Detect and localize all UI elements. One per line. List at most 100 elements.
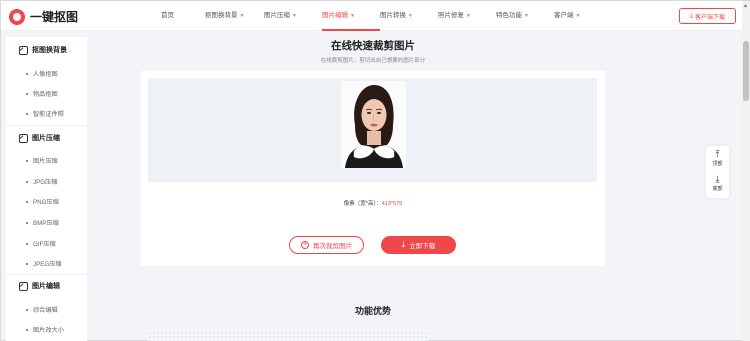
recrop-button[interactable]: + 再次裁剪图片 (289, 236, 364, 254)
bullet-icon (26, 92, 28, 95)
page-scrollbar[interactable]: ▲ (742, 1, 750, 341)
top-header: 一键抠图 首页 抠图换背景 ▼ 图片压缩 ▼ 图片编辑 ▼ 图片转换 ▼ 照片修复 ▼ 特… (1, 1, 750, 31)
nav-special-features[interactable]: 特色功能 ▼ (496, 1, 554, 31)
chevron-down-icon: ▼ (350, 13, 355, 19)
crop-icon (19, 45, 28, 55)
download-now-button[interactable]: ⤓ 立即下载 (381, 236, 456, 254)
download-icon: ⤓ (689, 12, 694, 19)
page-title: 在线快速裁剪图片 (331, 40, 415, 52)
sidebar-item-general-edit[interactable]: 综合编辑 (26, 305, 58, 314)
pixel-size-label: 像素（宽*高）： (343, 201, 382, 207)
section-title: 图片压缩 (32, 135, 60, 142)
feature-preview-strip (148, 331, 428, 341)
back-to-top-button[interactable]: ⤒ 顶部 (706, 149, 729, 168)
bullet-icon (26, 242, 28, 245)
bullet-icon (26, 262, 28, 265)
nav-image-edit[interactable]: 图片编辑 ▼ (322, 1, 380, 31)
chevron-down-icon: ▼ (408, 13, 413, 19)
arrow-up-icon: ⤒ (715, 149, 720, 159)
bullet-icon (26, 112, 28, 115)
scroll-up-icon[interactable]: ▲ (743, 3, 748, 9)
chevron-down-icon: ▼ (239, 13, 245, 19)
cropped-photo (341, 81, 406, 168)
sidebar-section-cutout[interactable]: 抠图换背景 (19, 45, 67, 55)
nav-image-compress[interactable]: 图片压缩 ▼ (264, 1, 322, 31)
sidebar-item-png-compress[interactable]: PNG压缩 (26, 197, 59, 206)
sidebar-section-edit[interactable]: 图片编辑 (19, 281, 60, 291)
item-label: GIF压缩 (33, 241, 56, 248)
item-label: BMP压缩 (33, 220, 59, 227)
section-title: 抠图换背景 (32, 47, 67, 54)
sidebar-section-compress[interactable]: 图片压缩 (19, 133, 60, 143)
item-label: 图片压缩 (33, 158, 58, 165)
nav-image-convert[interactable]: 图片转换 ▼ (380, 1, 438, 31)
nav-cutout-background[interactable]: 抠图换背景 ▼ (205, 1, 264, 31)
plus-icon: + (301, 241, 309, 249)
scroll-thumb[interactable] (743, 41, 749, 101)
nav-label: 图片转换 (380, 12, 406, 19)
nav-home[interactable]: 首页 (161, 1, 205, 31)
client-download-button[interactable]: ⤓ 客户端下载 (679, 8, 736, 24)
arrow-down-icon: ⤓ (715, 174, 720, 184)
sidebar-item-gif-compress[interactable]: GIF压缩 (26, 239, 56, 248)
pixel-size-value: 413*579 (381, 201, 403, 207)
nav-label: 首页 (161, 12, 174, 19)
item-label: 图片改大小 (33, 327, 64, 334)
chevron-down-icon: ▼ (292, 13, 297, 19)
nav-label: 图片编辑 (322, 12, 348, 19)
nav-photo-restore[interactable]: 照片修复 ▼ (438, 1, 496, 31)
chevron-down-icon: ▼ (575, 13, 581, 19)
nav-label: 特色功能 (496, 12, 522, 19)
item-label: 人像抠图 (33, 71, 58, 78)
bottom-label: 底部 (712, 186, 723, 192)
chevron-down-icon: ▼ (524, 13, 529, 19)
edit-image-icon (19, 281, 28, 291)
client-download-label: 客户端下载 (695, 14, 726, 21)
compress-icon (19, 133, 28, 143)
sidebar-item-jpeg-compress[interactable]: JPEG压缩 (26, 259, 62, 268)
item-label: 物品抠图 (33, 91, 58, 98)
chevron-down-icon: ▼ (466, 13, 471, 19)
item-label: PNG压缩 (33, 199, 59, 206)
item-label: 智能证件照 (33, 111, 64, 118)
nav-label: 照片修复 (438, 12, 464, 19)
sidebar-item-id-photo[interactable]: 智能证件照 (26, 109, 64, 118)
logo-icon (9, 8, 25, 25)
section-title: 图片编辑 (32, 283, 60, 290)
nav-label: 客户端 (554, 12, 574, 19)
item-label: JPEG压缩 (33, 261, 62, 268)
divider (6, 274, 87, 275)
top-label: 顶部 (712, 161, 723, 167)
sidebar-item-bmp-compress[interactable]: BMP压缩 (26, 218, 59, 227)
sidebar-item-portrait-cutout[interactable]: 人像抠图 (26, 69, 58, 78)
sidebar-item-object-cutout[interactable]: 物品抠图 (26, 89, 58, 98)
download-icon: ⤓ (401, 240, 406, 249)
bullet-icon (26, 308, 28, 311)
nav-label: 图片压缩 (264, 12, 290, 19)
page-subtitle: 在线裁剪图片，剪切出自己想要的图片部分 (320, 58, 426, 64)
bullet-icon (26, 328, 28, 331)
sidebar-item-resize[interactable]: 图片改大小 (26, 325, 64, 334)
bullet-icon (26, 200, 28, 203)
sidebar-item-image-compress[interactable]: 图片压缩 (26, 156, 58, 165)
pixel-size-info: 像素（宽*高）：413*579 (141, 199, 605, 207)
bullet-icon (26, 221, 28, 224)
divider (6, 125, 87, 126)
go-to-bottom-button[interactable]: ⤓ 底部 (706, 174, 729, 193)
logo[interactable]: 一键抠图 (9, 8, 78, 25)
portrait-image (341, 81, 406, 168)
bullet-icon (26, 159, 28, 162)
nav-client[interactable]: 客户端 ▼ (554, 1, 604, 31)
main-nav: 首页 抠图换背景 ▼ 图片压缩 ▼ 图片编辑 ▼ 图片转换 ▼ 照片修复 ▼ 特色功能 ▼ … (149, 1, 604, 31)
recrop-label: 再次裁剪图片 (313, 243, 352, 250)
item-label: 综合编辑 (33, 307, 58, 314)
bullet-icon (26, 180, 28, 183)
item-label: JPG压缩 (33, 179, 58, 186)
sidebar-item-jpg-compress[interactable]: JPG压缩 (26, 177, 57, 186)
logo-text: 一键抠图 (30, 10, 79, 24)
nav-label: 抠图换背景 (205, 12, 238, 19)
feature-advantages-title: 功能优势 (354, 306, 391, 316)
bullet-icon (26, 72, 28, 75)
download-now-label: 立即下载 (409, 243, 436, 250)
floating-toolbar: ⤒ 顶部 ⤓ 底部 (706, 146, 729, 198)
